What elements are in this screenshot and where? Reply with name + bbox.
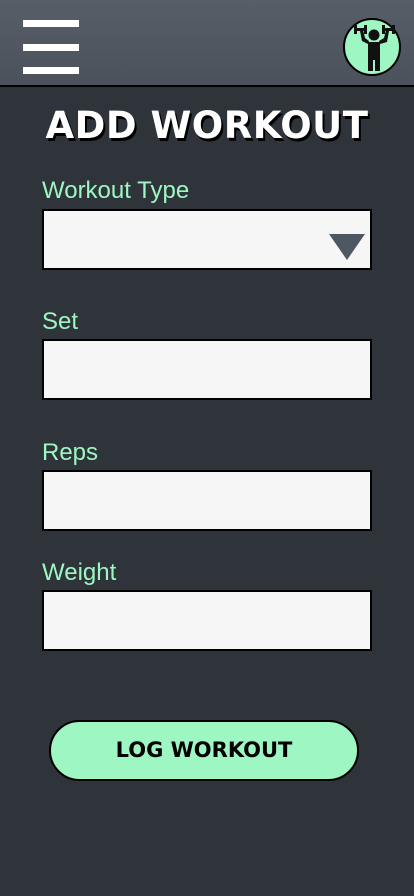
reps-label: Reps xyxy=(42,439,99,466)
app-screen: ADD WORKOUT Workout Type Set Reps Weight… xyxy=(0,0,414,896)
workout-type-label: Workout Type xyxy=(42,177,190,204)
log-workout-button[interactable]: LOG WORKOUT xyxy=(49,720,359,781)
weight-label: Weight xyxy=(42,559,117,586)
reps-input[interactable] xyxy=(42,470,372,531)
set-input[interactable] xyxy=(42,339,372,400)
header-bar xyxy=(0,0,414,87)
profile-avatar[interactable] xyxy=(343,18,401,76)
page-title: ADD WORKOUT xyxy=(45,104,369,147)
set-label: Set xyxy=(42,308,79,335)
hamburger-menu-icon[interactable] xyxy=(23,20,79,74)
workout-type-select[interactable] xyxy=(42,209,372,270)
dropdown-arrow-icon[interactable] xyxy=(329,234,365,260)
weight-input[interactable] xyxy=(42,590,372,651)
weightlifter-icon xyxy=(354,25,395,71)
